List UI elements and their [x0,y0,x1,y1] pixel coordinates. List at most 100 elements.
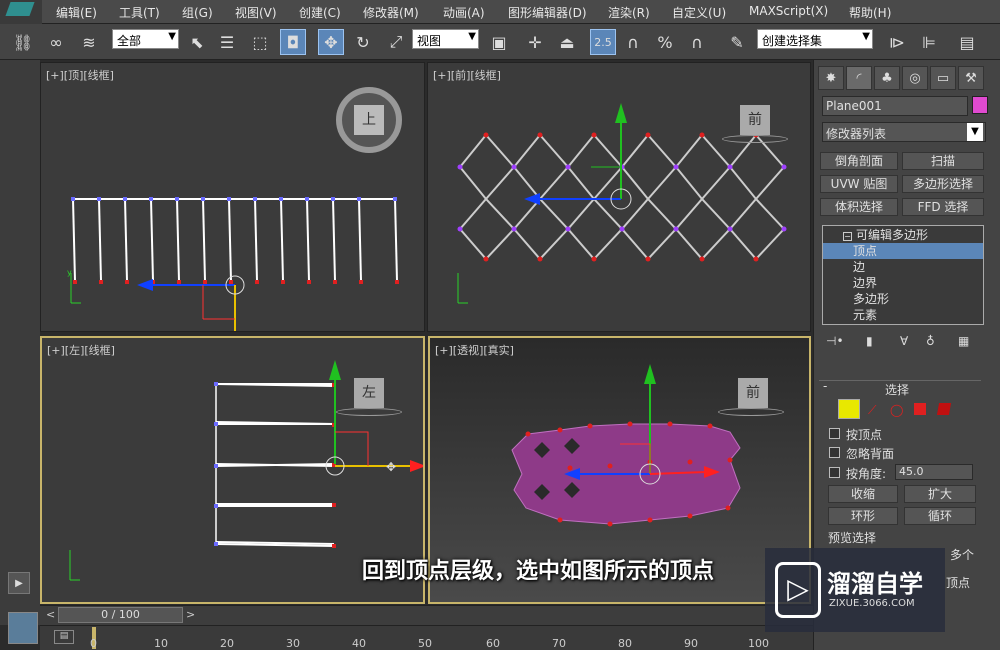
by-angle-checkbox[interactable] [829,467,840,478]
window-crossing-icon[interactable]: ◘ [280,29,306,55]
reference-coordinate-dropdown[interactable]: 视图 ▼ [412,29,479,49]
link-icon[interactable]: ⛓ [10,29,36,55]
stack-item-border[interactable]: 边界 [823,275,983,291]
snap-toggle-icon[interactable]: 2.5 [590,29,616,55]
object-color-swatch[interactable] [972,96,988,114]
rect-selection-icon[interactable]: ⬚ [247,29,273,55]
ring-button[interactable]: 环形 [828,507,898,525]
viewcube-left[interactable]: 左 [354,378,384,408]
align-icon[interactable]: ⊫ [916,29,942,55]
sweep-button[interactable]: 扫描 [902,152,984,170]
viewcube-ring [336,408,402,416]
border-mode-icon[interactable]: ◯ [890,403,903,417]
element-mode-icon[interactable] [936,403,952,415]
multi-option[interactable]: 多个 [950,546,974,563]
bevel-profile-button[interactable]: 倒角剖面 [820,152,898,170]
bind-spacewarp-icon[interactable]: ≋ [76,29,102,55]
menu-help[interactable]: 帮助(H) [849,4,891,21]
select-by-name-icon[interactable]: ☰ [214,29,240,55]
menu-create[interactable]: 创建(C) [299,4,341,21]
viewcube-top[interactable]: 上 [336,87,402,153]
named-selection-set-dropdown[interactable]: 创建选择集 ▼ [757,29,873,49]
stack-item-polygon[interactable]: 多边形 [823,291,983,307]
layer-manager-icon[interactable]: ▤ [954,29,980,55]
show-end-result-icon[interactable]: ▮ [866,334,873,348]
viewcube-perspective[interactable]: 前 [738,378,768,408]
uvw-map-button[interactable]: UVW 贴图 [820,175,898,193]
menu-animation[interactable]: 动画(A) [443,4,485,21]
polygon-mode-icon[interactable] [914,403,926,415]
motion-tab-icon[interactable]: ◎ [902,66,928,90]
utilities-tab-icon[interactable]: ⚒ [958,66,984,90]
menu-views[interactable]: 视图(V) [235,4,277,21]
modify-tab-icon[interactable]: ◜ [846,66,872,90]
create-tab-icon[interactable]: ✸ [818,66,844,90]
configure-sets-icon[interactable]: ▦ [958,334,969,348]
angle-spinner[interactable]: 45.0 [895,464,973,480]
viewcube-ring [722,135,788,143]
preview-selection-label: 预览选择 [828,531,877,545]
app-logo-icon[interactable] [0,0,42,24]
edge-mode-icon[interactable]: ⟋ [868,403,876,418]
stack-item-edge[interactable]: 边 [823,259,983,275]
display-tab-icon[interactable]: ▭ [930,66,956,90]
spinner-snap-icon[interactable]: ∩ [684,29,710,55]
loop-button[interactable]: 循环 [904,507,976,525]
time-slider[interactable]: 0 / 100 [58,607,183,623]
menu-graph-editors[interactable]: 图形编辑器(D) [508,4,587,21]
menu-edit[interactable]: 编辑(E) [56,4,97,21]
mirror-icon[interactable]: ⧐ [884,29,910,55]
video-subtitle: 回到顶点层级，选中如图所示的顶点 [362,559,715,584]
grow-button[interactable]: 扩大 [904,485,976,503]
modifier-stack[interactable]: − 可编辑多边形 顶点 边 边界 多边形 元素 [822,225,984,325]
select-move-icon[interactable]: ✥ [318,29,344,55]
poly-select-button[interactable]: 多边形选择 [902,175,984,193]
selection-rollout-header[interactable]: - 选择 [819,379,981,397]
ignore-backfacing-checkbox[interactable] [829,447,840,458]
menu-bar: 编辑(E) 工具(T) 组(G) 视图(V) 创建(C) 修改器(M) 动画(A… [0,0,1000,24]
select-rotate-icon[interactable]: ↻ [350,29,376,55]
select-manipulate-icon[interactable]: ✛ [522,29,548,55]
ffd-select-button[interactable]: FFD 选择 [902,198,984,216]
expand-track-icon[interactable]: ▶ [8,572,30,594]
svg-text:y: y [67,268,72,277]
viewcube-front[interactable]: 前 [740,105,770,135]
edit-named-selection-icon[interactable]: ✎ [724,29,750,55]
menu-customize[interactable]: 自定义(U) [672,4,726,21]
stack-item-vertex[interactable]: 顶点 [823,243,983,259]
angle-snap-icon[interactable]: ∩ [620,29,646,55]
viewport-front[interactable]: [+][前][线框] 前 [427,62,811,332]
front-view-lattice [457,103,787,304]
shrink-button[interactable]: 收缩 [828,485,898,503]
watermark-logo: ▷ 溜溜自学 ZIXUE.3066.COM [765,548,945,632]
percent-snap-icon[interactable]: % [652,29,678,55]
pin-stack-icon[interactable]: ⊣• [826,334,844,348]
viewport-top[interactable]: [+][顶][线框] y 上 [40,62,425,332]
selection-filter-dropdown[interactable]: 全部 ▼ [112,29,179,49]
stack-item-element[interactable]: 元素 [823,307,983,323]
menu-tools[interactable]: 工具(T) [119,4,160,21]
vol-select-button[interactable]: 体积选择 [820,198,898,216]
menu-group[interactable]: 组(G) [182,4,213,21]
pivot-center-icon[interactable]: ▣ [486,29,512,55]
stack-root[interactable]: − 可编辑多边形 [823,227,983,243]
left-gutter [0,60,40,625]
modifier-list-dropdown[interactable]: 修改器列表 ▼ [822,122,986,142]
prev-frame-icon[interactable]: < [46,608,55,621]
remove-modifier-icon[interactable]: ♁ [926,334,935,348]
make-unique-icon[interactable]: ∀ [900,334,908,348]
object-name-field[interactable]: Plane001 [822,96,968,116]
select-scale-icon[interactable]: ⤢ [383,29,409,55]
menu-maxscript[interactable]: MAXScript(X) [749,4,828,18]
select-object-icon[interactable]: ⬉ [184,29,210,55]
layout-icon[interactable] [8,612,38,644]
unlink-icon[interactable]: ∞ [43,29,69,55]
vertex-mode-icon[interactable] [838,399,860,419]
next-frame-icon[interactable]: > [186,608,195,621]
hierarchy-tab-icon[interactable]: ♣ [874,66,900,90]
menu-modifiers[interactable]: 修改器(M) [363,4,419,21]
by-vertex-checkbox[interactable] [829,428,840,439]
menu-rendering[interactable]: 渲染(R) [608,4,650,21]
keyboard-shortcut-icon[interactable]: ⏏ [554,29,580,55]
mini-curve-editor-icon[interactable]: ▤ [54,630,74,644]
